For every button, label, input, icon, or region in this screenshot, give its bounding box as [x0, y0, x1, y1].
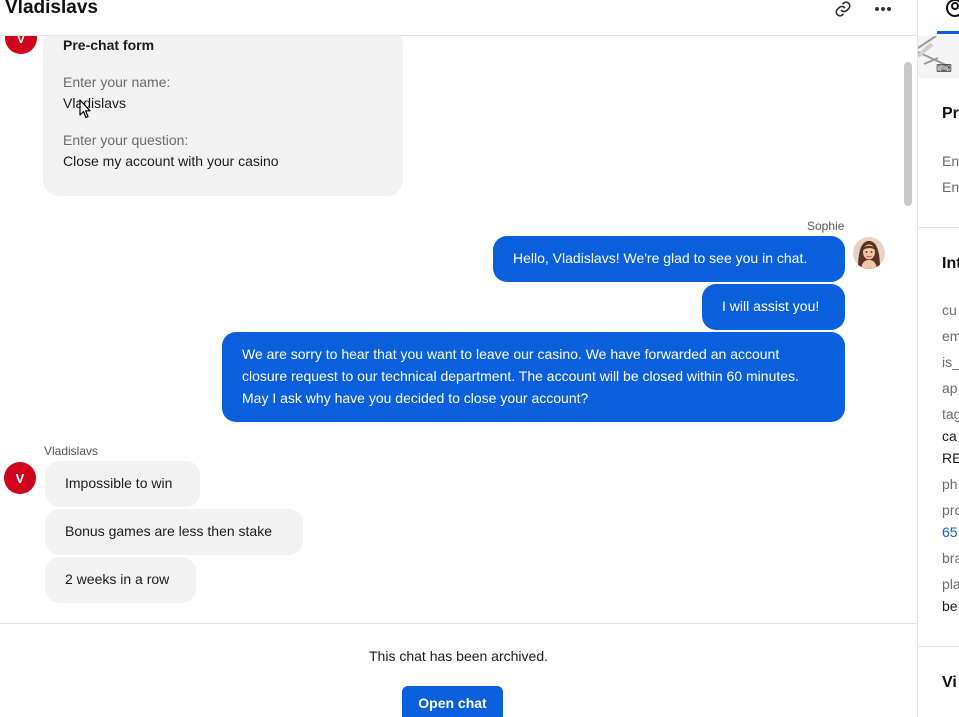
info-row-label: is_ — [942, 354, 959, 370]
chat-transcript[interactable]: V Pre-chat form Enter your name: Vladisl… — [0, 36, 917, 623]
agent-message: We are sorry to hear that you want to le… — [222, 332, 845, 422]
info-row-value: RE — [942, 450, 959, 466]
prechat-question-label: Enter your question: — [63, 132, 189, 148]
info-row-label: tag — [942, 406, 959, 422]
info-row-label: pla — [942, 576, 959, 592]
keyboard-icon: ⌨ — [936, 63, 952, 75]
agent-name: Sophie — [807, 219, 845, 233]
customer-message: 2 weeks in a row — [45, 557, 196, 603]
divider — [918, 227, 959, 228]
prechat-question-value: Close my account with your casino — [63, 153, 279, 169]
user-icon — [946, 0, 959, 17]
prechat-form-card: Pre-chat form Enter your name: Vladislav… — [43, 36, 403, 196]
archived-footer: This chat has been archived. Open chat — [0, 623, 917, 717]
archived-notice: This chat has been archived. — [369, 648, 548, 664]
info-row-label: ap — [942, 380, 958, 396]
more-options-icon[interactable] — [871, 0, 895, 18]
prechat-row: En — [942, 179, 959, 195]
details-tab[interactable] — [937, 0, 959, 34]
details-panel: ⌨ Pr En En Int cu em is_ ap tag ca RE ph… — [917, 0, 959, 717]
open-chat-button[interactable]: Open chat — [402, 686, 503, 717]
agent-message: Hello, Vladislavs! We're glad to see you… — [493, 236, 845, 282]
info-row-label: cu — [942, 302, 957, 318]
prechat-section-title: Pr — [942, 105, 959, 122]
info-section-title: Int — [942, 255, 959, 272]
info-row-label: ph — [942, 476, 958, 492]
customer-message: Bonus games are less then stake — [45, 509, 303, 555]
customer-message: Impossible to win — [45, 461, 200, 507]
divider — [918, 646, 959, 647]
prechat-form-title: Pre-chat form — [63, 37, 155, 53]
mouse-cursor-icon — [79, 99, 91, 119]
agent-avatar — [853, 237, 885, 269]
prechat-name-value: Vladislavs — [63, 95, 127, 111]
info-row-label: em — [942, 328, 959, 344]
info-row-value: be — [942, 598, 958, 614]
chat-title: Vladislavs — [5, 0, 98, 18]
chat-header: Vladislavs — [0, 0, 917, 36]
prechat-row: En — [942, 153, 959, 169]
prechat-name-label: Enter your name: — [63, 74, 171, 90]
info-row-value: ca — [942, 428, 957, 444]
info-row-link[interactable]: 65 — [942, 524, 958, 540]
visits-section-title: Vi — [942, 674, 957, 691]
agent-message: I will assist you! — [702, 284, 845, 330]
customer-name: Vladislavs — [44, 444, 99, 458]
chat-scrollbar[interactable] — [904, 62, 912, 206]
customer-avatar: V — [4, 462, 36, 494]
customer-avatar: V — [5, 36, 37, 54]
chat-app: Vladislavs V Pre-chat form Enter your na… — [0, 0, 959, 717]
info-row-label: bra — [942, 550, 959, 566]
info-row-label: pro — [942, 502, 959, 518]
link-icon[interactable] — [831, 0, 855, 18]
